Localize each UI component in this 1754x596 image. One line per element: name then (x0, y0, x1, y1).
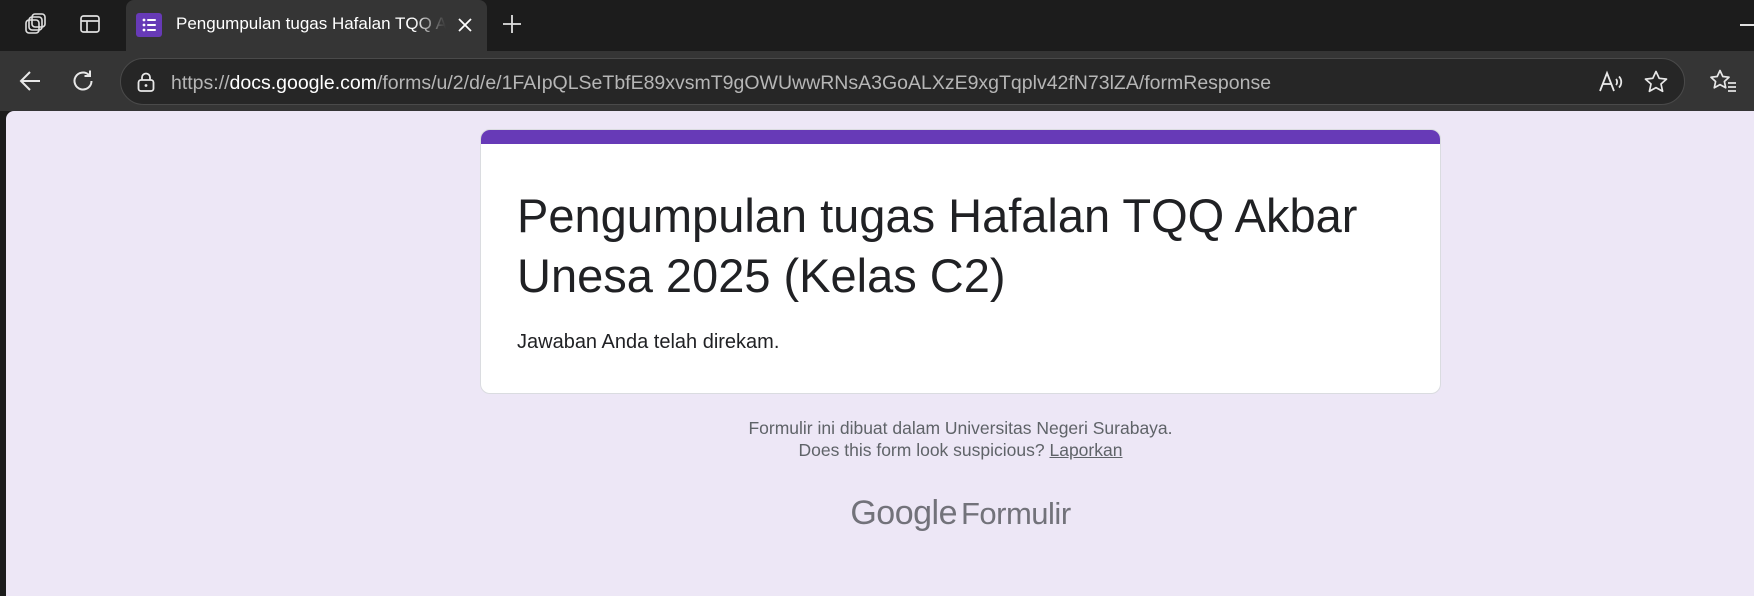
footer-suspicious-line: Does this form look suspicious? Laporkan (480, 439, 1441, 461)
plus-icon[interactable] (494, 8, 530, 40)
browser-toolbar: https://docs.google.com/forms/u/2/d/e/1F… (0, 51, 1754, 111)
form-footer: Formulir ini dibuat dalam Universitas Ne… (480, 417, 1441, 461)
address-bar[interactable]: https://docs.google.com/forms/u/2/d/e/1F… (120, 58, 1685, 105)
google-forms-icon (136, 13, 162, 37)
form-title: Pengumpulan tugas Hafalan TQQ Akbar Unes… (517, 189, 1358, 302)
url-scheme: https:// (171, 72, 230, 94)
report-link[interactable]: Laporkan (1049, 440, 1122, 460)
tab-strip: Pengumpulan tugas Hafalan TQQ Akbar Unes… (0, 0, 1754, 51)
tab-actions-icon[interactable] (72, 8, 108, 40)
confirmation-message: Jawaban Anda telah direkam. (517, 331, 780, 353)
refresh-icon[interactable] (63, 61, 103, 101)
form-header-card: Pengumpulan tugas Hafalan TQQ Akbar Unes… (480, 129, 1441, 394)
back-arrow-icon[interactable] (10, 61, 50, 101)
card-accent-bar (481, 130, 1440, 144)
google-forms-logo[interactable]: Google Formulir (480, 494, 1441, 533)
star-icon[interactable] (1641, 67, 1671, 97)
read-aloud-icon[interactable] (1596, 67, 1626, 97)
footer-created-in: Formulir ini dibuat dalam Universitas Ne… (748, 418, 1173, 438)
footer-suspicious-text: Does this form look suspicious? (798, 440, 1045, 460)
lock-icon[interactable] (133, 69, 159, 95)
google-wordmark: Google (850, 494, 957, 532)
favorites-icon[interactable] (1703, 61, 1743, 101)
url-host: docs.google.com (229, 72, 377, 94)
active-tab[interactable]: Pengumpulan tugas Hafalan TQQ Akbar Unes… (126, 0, 487, 51)
page-viewport: Pengumpulan tugas Hafalan TQQ Akbar Unes… (6, 111, 1754, 596)
url-text: https://docs.google.com/forms/u/2/d/e/1F… (171, 72, 1271, 95)
forms-wordmark: Formulir (960, 496, 1071, 531)
url-path: /forms/u/2/d/e/1FAIpQLSeTbfE89xvsmT9gOWU… (376, 72, 1272, 94)
minimize-button[interactable] (1740, 24, 1754, 26)
tab-title: Pengumpulan tugas Hafalan TQQ Akbar Unes… (176, 14, 446, 33)
close-icon[interactable] (451, 11, 479, 39)
workspaces-icon[interactable] (18, 8, 54, 40)
